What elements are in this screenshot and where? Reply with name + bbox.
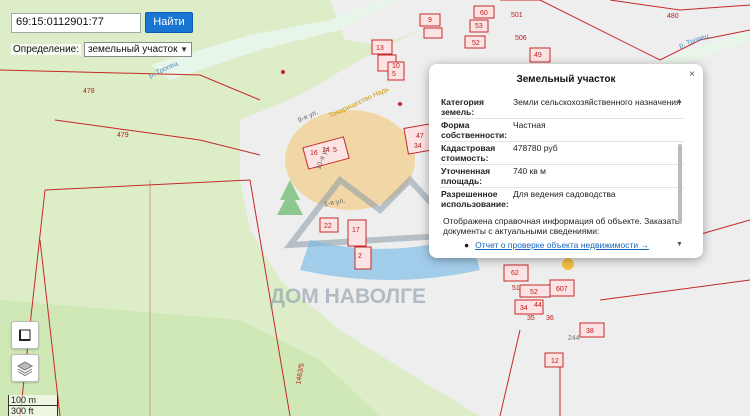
attr-key: Кадастровая стоимость: [439, 141, 511, 165]
scroll-up-icon[interactable]: ▲ [676, 98, 683, 105]
svg-text:36: 36 [546, 315, 554, 322]
svg-text:53: 53 [475, 23, 483, 30]
cadastral-number-input[interactable]: 69:15:0112901:77 [11, 13, 141, 33]
bullet-icon: ● [464, 240, 470, 250]
attr-key: Уточненная площадь: [439, 164, 511, 188]
attr-value: 478780 руб [511, 141, 684, 165]
svg-text:244: 244 [568, 335, 580, 342]
svg-text:62: 62 [511, 270, 519, 277]
svg-text:22: 22 [324, 223, 332, 230]
svg-text:38: 38 [586, 328, 594, 335]
scroll-down-icon[interactable]: ▼ [676, 241, 683, 248]
table-row: Кадастровая стоимость: 478780 руб [439, 141, 684, 165]
definition-selected-value: земельный участок [88, 43, 178, 55]
attr-value: Земли сельскохозяйственного назначения [513, 97, 681, 107]
popup-link-item: ● Отчет о проверке объекта недвижимости → [464, 240, 649, 250]
popup-title: Земельный участок [516, 74, 616, 85]
attr-value: Для ведения садоводства [511, 187, 684, 210]
svg-text:34: 34 [414, 143, 422, 150]
parcel-attributes-table: Категория земель: Земли сельскохозяйстве… [439, 96, 684, 210]
definition-select[interactable]: земельный участок ▼ [84, 41, 193, 57]
svg-text:44: 44 [534, 302, 542, 309]
attr-key: Категория земель: [441, 97, 484, 117]
svg-text:5: 5 [333, 147, 337, 154]
svg-text:13: 13 [376, 45, 384, 52]
definition-row: Определение: земельный участок ▼ [11, 41, 193, 57]
svg-text:10: 10 [392, 63, 400, 70]
svg-text:ДОМ НАВОЛГЕ: ДОМ НАВОЛГЕ [270, 285, 426, 308]
attr-value: Частная [511, 118, 684, 142]
map-scale: 100 m 300 ft [8, 395, 58, 416]
popup-note: Отображена справочная информация об объе… [443, 216, 680, 236]
svg-text:9: 9 [428, 17, 432, 24]
svg-text:607: 607 [556, 286, 568, 293]
svg-text:49: 49 [534, 52, 542, 59]
attr-key: Форма собственности: [439, 118, 511, 142]
svg-text:47: 47 [416, 133, 424, 140]
attr-value: 740 кв м [511, 164, 684, 188]
table-row: Категория земель: Земли сельскохозяйстве… [439, 96, 684, 119]
svg-text:35: 35 [527, 315, 535, 322]
scale-meters: 100 m [8, 395, 58, 406]
definition-label: Определение: [11, 43, 82, 55]
corner-icon [19, 329, 31, 341]
svg-text:51: 51 [512, 285, 520, 292]
draw-area-button[interactable] [11, 321, 39, 349]
table-row: Разрешенное использование: Для ведения с… [439, 187, 684, 210]
svg-text:2: 2 [358, 253, 362, 260]
svg-text:478: 478 [83, 88, 95, 95]
svg-text:17: 17 [352, 227, 360, 234]
svg-text:5: 5 [392, 71, 396, 78]
svg-text:52: 52 [472, 40, 480, 47]
close-icon[interactable]: × [689, 69, 695, 80]
parcel-info-popup: Земельный участок × Категория земель: Зе… [429, 64, 703, 258]
svg-text:506: 506 [515, 35, 527, 42]
table-row: Уточненная площадь: 740 кв м [439, 164, 684, 188]
svg-text:480: 480 [667, 13, 679, 20]
svg-text:12: 12 [551, 358, 559, 365]
chevron-down-icon: ▼ [180, 44, 189, 54]
layers-button[interactable] [11, 354, 39, 382]
table-row: Форма собственности: Частная [439, 118, 684, 142]
svg-text:501: 501 [511, 12, 523, 19]
search-button[interactable]: Найти [145, 12, 193, 33]
svg-text:34: 34 [520, 305, 528, 312]
popup-scrollbar[interactable]: ▲ ▼ [675, 98, 685, 248]
attr-key: Разрешенное использование: [439, 187, 511, 210]
svg-text:479: 479 [117, 132, 129, 139]
svg-text:16: 16 [310, 150, 318, 157]
scroll-thumb[interactable] [678, 144, 682, 224]
svg-text:52: 52 [530, 289, 538, 296]
svg-text:60: 60 [480, 10, 488, 17]
layers-icon [16, 361, 34, 377]
scale-feet: 300 ft [8, 406, 58, 416]
report-link[interactable]: Отчет о проверке объекта недвижимости → [475, 240, 649, 250]
